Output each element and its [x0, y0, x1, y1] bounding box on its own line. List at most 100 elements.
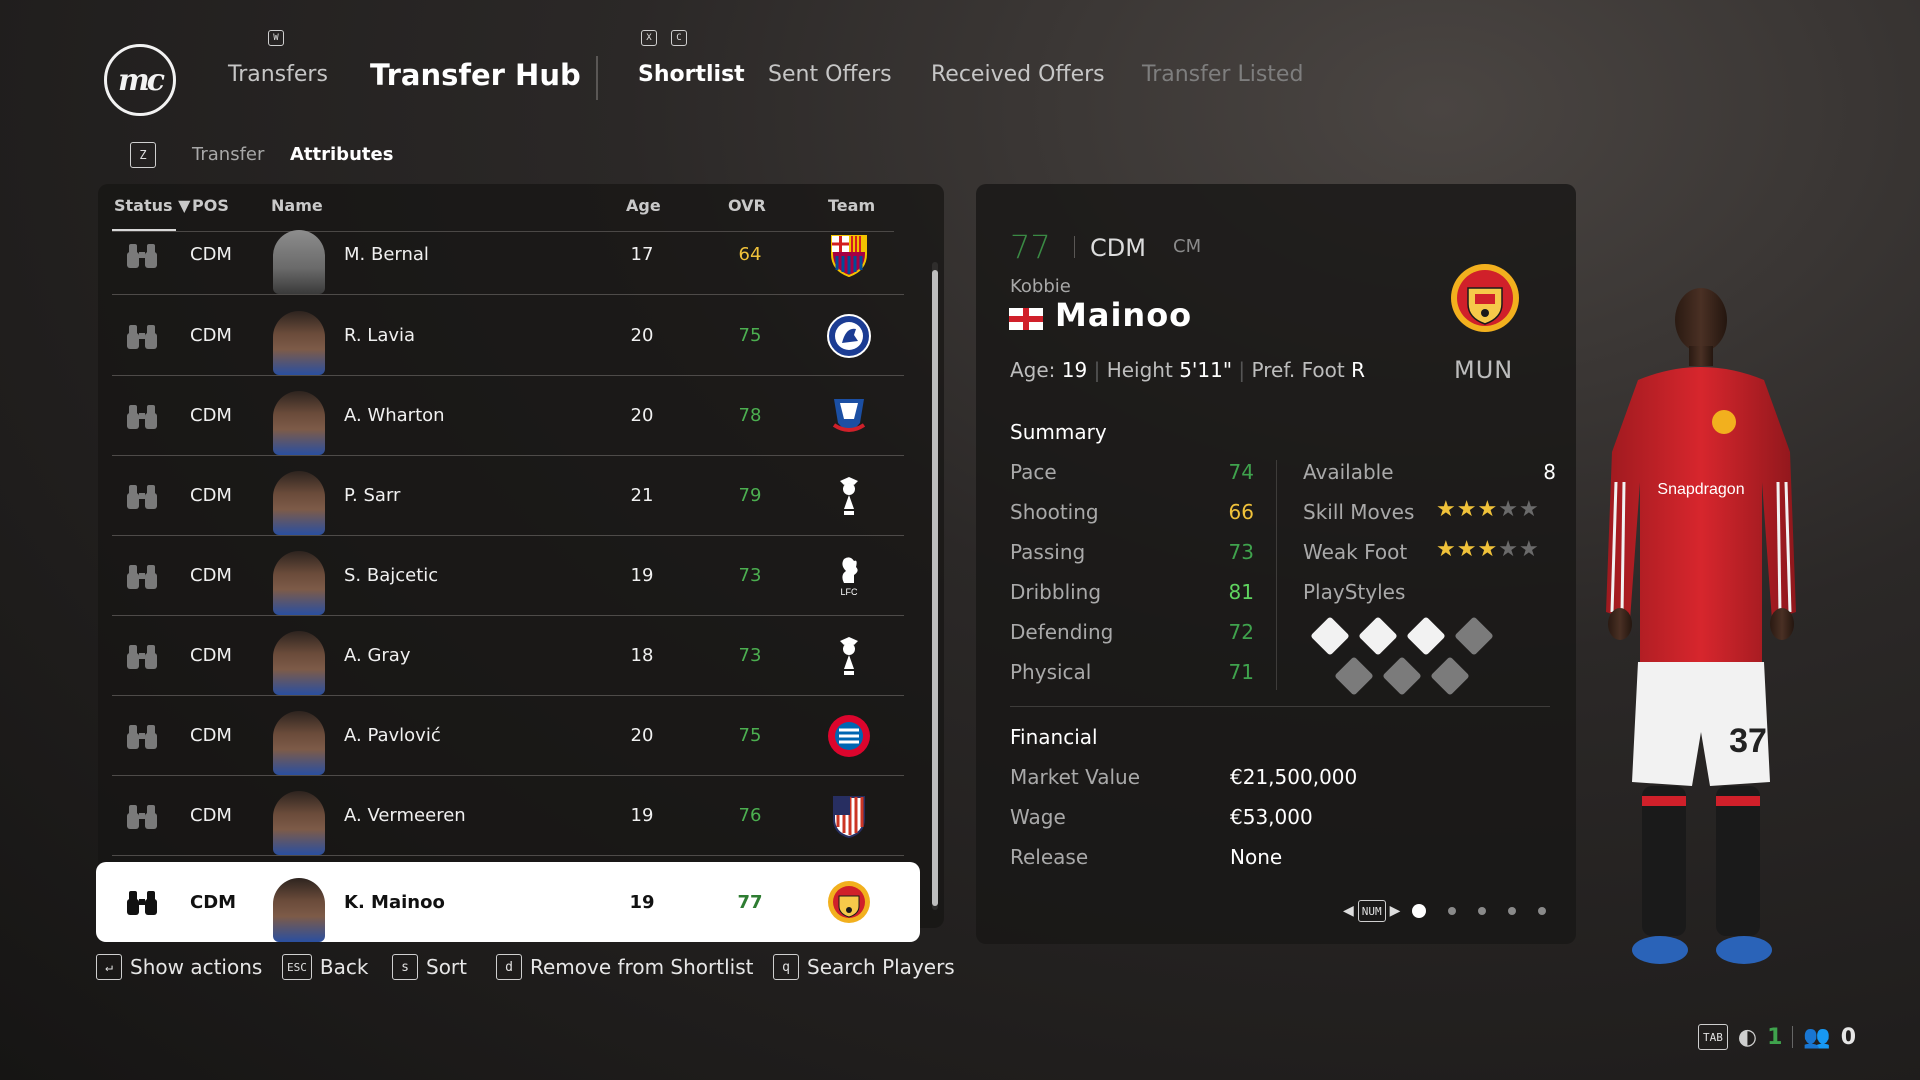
market-value-label: Market Value: [1010, 765, 1141, 789]
player-age: 21: [630, 485, 654, 506]
table-row[interactable]: CDM P. Sarr 21 79: [112, 456, 904, 536]
table-row[interactable]: CDM A. Wharton 20 78: [112, 376, 904, 456]
player-position: CDM: [190, 891, 237, 913]
hint-sort[interactable]: s Sort: [392, 954, 467, 980]
nav-transfers[interactable]: Transfers: [228, 62, 328, 87]
key-w-icon: W: [268, 30, 284, 46]
page-dot[interactable]: [1538, 907, 1546, 915]
d-key-icon: d: [496, 954, 522, 980]
table-row[interactable]: CDM A. Pavlović 20 75: [112, 696, 904, 776]
binoculars-icon[interactable]: [122, 776, 162, 855]
player-position: CDM: [190, 565, 232, 586]
tab-received-offers[interactable]: Received Offers: [931, 62, 1105, 87]
hint-search-players[interactable]: q Search Players: [773, 954, 955, 980]
player-age: 18: [630, 645, 654, 666]
player-position: CDM: [190, 244, 232, 265]
tab-shortlist[interactable]: Shortlist: [638, 62, 745, 87]
stat-value-defending: 72: [1228, 620, 1254, 644]
binoculars-icon[interactable]: [122, 862, 162, 942]
weak-foot-stars: ★★★★★: [1436, 537, 1540, 562]
header-ovr[interactable]: OVR: [728, 196, 766, 215]
player-position: CDM: [190, 485, 232, 506]
table-row[interactable]: CDM M. Bernal 17 64: [112, 215, 904, 295]
key-c-icon: C: [671, 30, 687, 46]
tab-sent-offers[interactable]: Sent Offers: [768, 62, 892, 87]
player-ovr: 73: [738, 565, 762, 586]
tottenham-crest-icon: [824, 616, 874, 695]
table-row[interactable]: CDM S. Bajcetic 19 73 LFC: [112, 536, 904, 616]
summary-heading: Summary: [1010, 420, 1107, 444]
avatar: [273, 391, 325, 455]
header-age[interactable]: Age: [626, 196, 661, 215]
binoculars-icon[interactable]: [122, 296, 162, 375]
table-row[interactable]: CDM A. Gray 18 73: [112, 616, 904, 696]
club-abbreviation: MUN: [1454, 356, 1514, 384]
hint-label: Back: [319, 955, 369, 979]
binoculars-icon[interactable]: [122, 536, 162, 615]
enter-key-icon: ↵: [96, 954, 122, 980]
avatar: [273, 230, 325, 294]
header-status[interactable]: Status ▼: [114, 196, 190, 215]
height-label: Height: [1106, 358, 1173, 382]
player-age: 19: [630, 565, 654, 586]
stat-label-pace: Pace: [1010, 460, 1057, 484]
subtab-attributes[interactable]: Attributes: [290, 144, 393, 165]
chevron-right-icon[interactable]: ▶: [1390, 903, 1401, 919]
hint-back[interactable]: ESC Back: [282, 954, 368, 980]
wage-label: Wage: [1010, 805, 1066, 829]
header-pos[interactable]: POS: [192, 196, 229, 215]
hint-label: Remove from Shortlist: [530, 955, 754, 979]
player-age: 17: [630, 244, 654, 265]
star-icon: ★: [1436, 537, 1457, 562]
player-name: R. Lavia: [344, 325, 416, 346]
header-name[interactable]: Name: [271, 196, 323, 215]
foot-label: Pref. Foot: [1251, 358, 1345, 382]
pager-dots[interactable]: [1412, 904, 1546, 918]
hint-label: Sort: [426, 955, 467, 979]
wage-value: €53,000: [1230, 805, 1313, 829]
page-dot[interactable]: [1448, 907, 1456, 915]
player-bio: Age: 19 | Height 5'11" | Pref. Foot R: [1010, 358, 1365, 382]
player-3d-model: Snapdragon 37: [1606, 288, 1796, 964]
page-dot[interactable]: [1508, 907, 1516, 915]
page-dot[interactable]: [1478, 907, 1486, 915]
table-row[interactable]: CDM R. Lavia 20 75: [112, 296, 904, 376]
scrollbar-thumb[interactable]: [932, 270, 938, 906]
binoculars-icon[interactable]: [122, 456, 162, 535]
player-portrait: [267, 376, 331, 455]
player-name: K. Mainoo: [344, 891, 445, 913]
page-dot-active[interactable]: [1412, 904, 1426, 918]
age-label: Age:: [1010, 358, 1056, 382]
ovr-divider: [1074, 236, 1075, 258]
key-x-icon: X: [641, 30, 657, 46]
hint-show-actions[interactable]: ↵ Show actions: [96, 954, 262, 980]
financial-heading: Financial: [1010, 725, 1098, 749]
player-ovr: 76: [738, 805, 762, 826]
header-team[interactable]: Team: [828, 196, 875, 215]
skill-moves-label: Skill Moves: [1303, 500, 1415, 524]
avatar: [273, 711, 325, 775]
player-ovr: 77: [1010, 228, 1051, 266]
chevron-left-icon[interactable]: ◀: [1343, 903, 1354, 919]
pager-control[interactable]: ◀ NUM ▶: [1343, 900, 1400, 922]
hint-remove-from-shortlist[interactable]: d Remove from Shortlist: [496, 954, 753, 980]
table-row[interactable]: CDM A. Vermeeren 19 76: [112, 776, 904, 856]
player-name: A. Pavlović: [344, 725, 441, 746]
binoculars-icon[interactable]: [122, 376, 162, 455]
binoculars-icon[interactable]: [122, 215, 162, 294]
player-position: CDM: [190, 325, 232, 346]
release-value: None: [1230, 845, 1283, 869]
mc-logo: mc: [104, 44, 176, 116]
table-row[interactable]: CDM K. Mainoo 19 77: [96, 862, 920, 942]
player-position: CDM: [190, 725, 232, 746]
star-icon: ★: [1456, 497, 1478, 522]
subtab-transfer[interactable]: Transfer: [192, 144, 264, 165]
tab-transfer-listed[interactable]: Transfer Listed: [1142, 62, 1303, 87]
binoculars-icon[interactable]: [122, 696, 162, 775]
avatar: [273, 551, 325, 615]
player-age: 19: [630, 805, 654, 826]
stat-label-shooting: Shooting: [1010, 500, 1099, 524]
binoculars-icon[interactable]: [122, 616, 162, 695]
player-portrait: [267, 456, 331, 535]
player-name: S. Bajcetic: [344, 565, 439, 586]
